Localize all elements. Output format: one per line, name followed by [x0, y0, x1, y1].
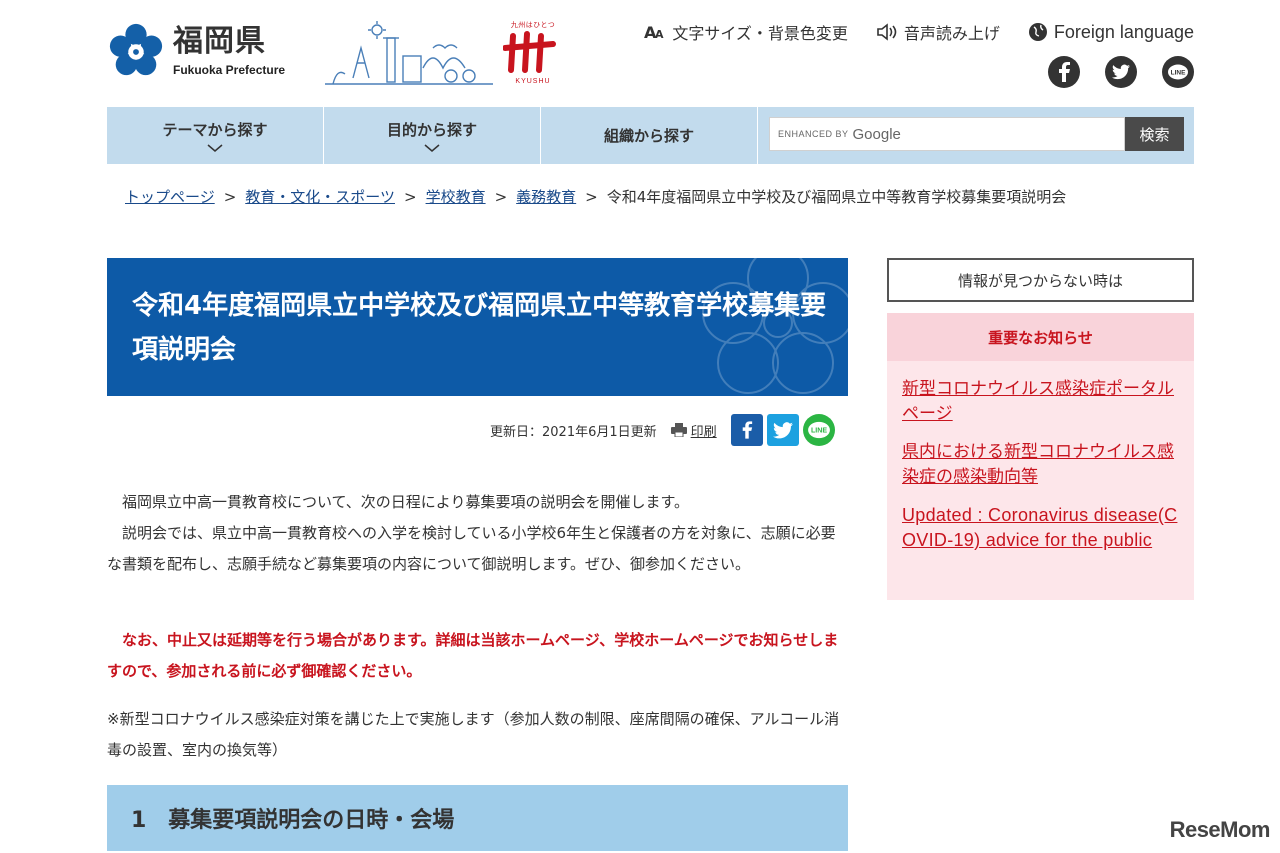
- nav-organization-label: 組織から探す: [603, 127, 694, 145]
- line-share-icon[interactable]: LINE: [802, 414, 835, 446]
- breadcrumb-separator: >: [223, 187, 237, 206]
- foreign-language-link[interactable]: Foreign language: [1028, 22, 1194, 43]
- cancellation-notice: なお、中止又は延期等を行う場合があります。詳細は当該ホームページ、学校ホームペー…: [107, 631, 839, 680]
- search-input[interactable]: ENHANCED BY Google: [769, 117, 1125, 151]
- nav-purpose[interactable]: 目的から探す: [324, 107, 541, 164]
- line-icon[interactable]: LINE: [1162, 56, 1194, 88]
- covid-note: ※新型コロナウイルス感染症対策を講じた上で実施します（参加人数の制限、座席間隔の…: [107, 710, 840, 759]
- social-links: LINE: [1048, 56, 1194, 88]
- svg-text:LINE: LINE: [811, 427, 827, 435]
- breadcrumb-link-top[interactable]: トップページ: [125, 186, 215, 207]
- covid-advice-link[interactable]: Updated : Coronavirus disease(COVID-19) …: [902, 503, 1180, 553]
- breadcrumb-current: 令和4年度福岡県立中学校及び福岡県立中等教育学校募集要項説明会: [606, 188, 1067, 206]
- section-heading: 1 募集要項説明会の日時・会場: [107, 785, 848, 851]
- breadcrumb: トップページ > 教育・文化・スポーツ > 学校教育 > 義務教育 > 令和4年…: [125, 186, 1066, 207]
- print-link[interactable]: 印刷: [670, 421, 717, 440]
- breadcrumb-link-compulsory[interactable]: 義務教育: [516, 186, 576, 207]
- page-title-banner: 令和4年度福岡県立中学校及び福岡県立中等教育学校募集要項説明会: [107, 258, 848, 396]
- speaker-icon: [876, 23, 898, 41]
- search-button[interactable]: 検索: [1125, 117, 1184, 151]
- font-size-label: 文字サイズ・背景色変更: [672, 24, 848, 43]
- google-logo-text: Google: [852, 125, 901, 143]
- header-illustration: [325, 21, 493, 85]
- important-notices: 重要なお知らせ 新型コロナウイルス感染症ポータルページ 県内における新型コロナウ…: [887, 313, 1194, 600]
- font-size-link[interactable]: AA 文字サイズ・背景色変更: [644, 20, 848, 44]
- updated-date: 更新日：2021年6月1日更新: [490, 424, 657, 440]
- chevron-down-icon: [207, 144, 223, 152]
- important-notices-title: 重要なお知らせ: [887, 313, 1194, 361]
- breadcrumb-link-school[interactable]: 学校教育: [426, 186, 486, 207]
- twitter-icon[interactable]: [1105, 56, 1137, 88]
- covid-trend-link[interactable]: 県内における新型コロナウイルス感染症の感染動向等: [902, 440, 1180, 490]
- site-logo[interactable]: 福岡県 Fukuoka Prefecture: [107, 22, 285, 80]
- nav-theme[interactable]: テーマから探す: [107, 107, 324, 164]
- utility-links: AA 文字サイズ・背景色変更 音声読み上げ Foreign language: [644, 20, 1194, 44]
- kyushu-logo-sub: KYUSHU: [515, 78, 551, 85]
- kyushu-logo: 九州はひとつ KYUSHU: [502, 20, 563, 86]
- resemom-watermark: ReseMom: [1169, 817, 1271, 842]
- search-enhanced-label: ENHANCED BY: [778, 129, 849, 139]
- printer-icon: [670, 423, 687, 437]
- intro-paragraph-1: 福岡県立中高一貫教育校について、次の日程により募集要項の説明会を開催します。: [122, 493, 690, 511]
- foreign-language-label: Foreign language: [1053, 21, 1194, 42]
- font-size-icon: AA: [644, 23, 666, 41]
- svg-text:A: A: [655, 28, 664, 41]
- facebook-icon[interactable]: [1048, 56, 1080, 88]
- breadcrumb-separator: >: [494, 187, 508, 206]
- breadcrumb-separator: >: [403, 187, 417, 206]
- page-meta: 更新日：2021年6月1日更新 印刷 LINE: [490, 414, 835, 446]
- nav-organization[interactable]: 組織から探す: [541, 107, 758, 164]
- facebook-share-icon[interactable]: [730, 414, 763, 446]
- intro-paragraph-2: 説明会では、県立中高一貫教育校への入学を検討している小学校6年生と保護者の方を対…: [107, 524, 836, 573]
- logo-english-text: Fukuoka Prefecture: [173, 63, 286, 77]
- share-buttons: LINE: [730, 414, 835, 446]
- nav-theme-label: テーマから探す: [162, 121, 268, 139]
- kyushu-logo-caption: 九州はひとつ: [510, 21, 556, 29]
- read-aloud-link[interactable]: 音声読み上げ: [876, 20, 1000, 44]
- breadcrumb-separator: >: [585, 187, 598, 206]
- chevron-down-icon: [424, 144, 440, 152]
- print-label: 印刷: [690, 424, 717, 440]
- kyushu-mark-icon: [502, 31, 556, 73]
- breadcrumb-link-education[interactable]: 教育・文化・スポーツ: [245, 186, 395, 207]
- globe-icon: [1028, 22, 1048, 42]
- svg-text:LINE: LINE: [1171, 70, 1186, 77]
- site-search: ENHANCED BY Google 検索: [769, 117, 1185, 153]
- page-title: 令和4年度福岡県立中学校及び福岡県立中等教育学校募集要項説明会: [132, 291, 827, 365]
- not-found-button[interactable]: 情報が見つからない時は: [887, 258, 1194, 302]
- covid-portal-link[interactable]: 新型コロナウイルス感染症ポータルページ: [902, 377, 1180, 427]
- fukuoka-flower-logo-icon: [109, 23, 163, 76]
- logo-japanese-text: 福岡県: [173, 24, 266, 59]
- intro-text: 福岡県立中高一貫教育校について、次の日程により募集要項の説明会を開催します。 説…: [107, 487, 848, 580]
- important-links: 新型コロナウイルス感染症ポータルページ 県内における新型コロナウイルス感染症の感…: [887, 361, 1194, 553]
- global-nav: テーマから探す 目的から探す 組織から探す ENHANCED BY Google…: [107, 107, 1194, 164]
- nav-purpose-label: 目的から探す: [386, 121, 477, 139]
- twitter-share-icon[interactable]: [766, 414, 799, 446]
- read-aloud-label: 音声読み上げ: [903, 24, 1000, 43]
